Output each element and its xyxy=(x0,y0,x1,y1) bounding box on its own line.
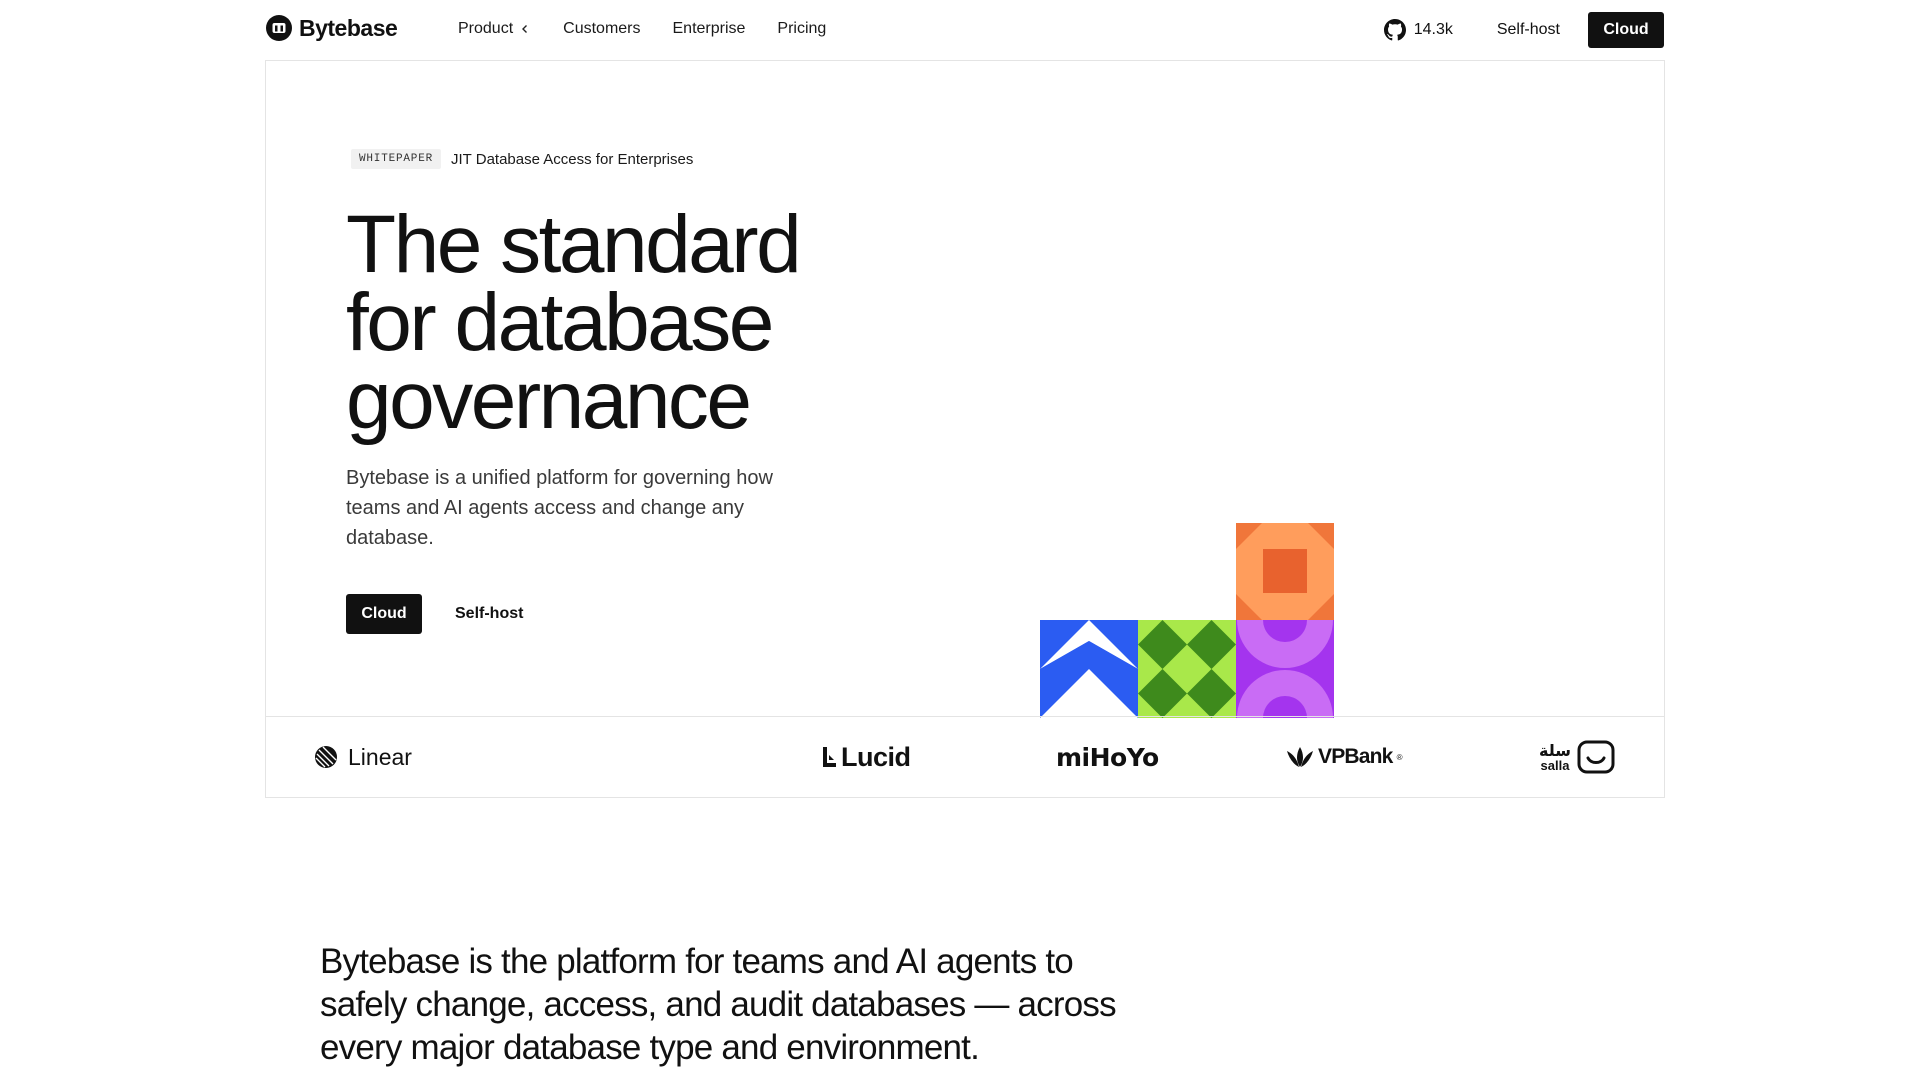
linear-logo-icon xyxy=(315,746,337,768)
github-stars-link[interactable]: 14.3k xyxy=(1383,19,1453,41)
hero-cta-group: Cloud Self-host xyxy=(346,594,523,634)
hero-title-line: for database xyxy=(346,277,774,368)
customer-name: Lucid xyxy=(841,741,911,772)
customer-logo-linear: Linear xyxy=(314,717,412,797)
bytebase-logo-icon xyxy=(266,15,292,41)
whitepaper-title: JIT Database Access for Enterprises xyxy=(451,150,694,168)
hero-geometric-art xyxy=(1040,523,1334,718)
hero-title-line: governance xyxy=(346,355,752,446)
registered-mark: ® xyxy=(1396,752,1403,762)
green-diamond-tile xyxy=(1138,620,1236,718)
customer-name-arabic: سلة xyxy=(1539,740,1571,760)
nav-self-host-link[interactable]: Self-host xyxy=(1497,21,1560,39)
hero-lead: Bytebase is a unified platform for gover… xyxy=(346,467,773,549)
top-nav: Bytebase Product Customers Enterprise Pr… xyxy=(0,0,1920,60)
nav-item-product[interactable]: Product xyxy=(458,20,531,38)
brand-name: Bytebase xyxy=(299,14,398,41)
hero-cloud-button[interactable]: Cloud xyxy=(346,594,422,634)
brand-logo[interactable]: Bytebase xyxy=(265,14,398,42)
whitepaper-link[interactable]: WHITEPAPER JIT Database Access for Enter… xyxy=(351,149,693,169)
vpbank-lotus-icon xyxy=(1287,747,1313,767)
customer-logo-salla: سلة salla xyxy=(1539,717,1615,797)
orange-square-tile xyxy=(1236,523,1334,620)
whitepaper-badge: WHITEPAPER xyxy=(351,149,442,169)
customer-logo-vpbank: VPBank ® xyxy=(1286,717,1403,797)
salla-bag-icon xyxy=(1577,740,1615,774)
statement-line: every major database type and environmen… xyxy=(320,1028,980,1067)
customer-logo-strip: Linear Lucid miHoYo VPBank ® سلة salla xyxy=(265,716,1665,798)
hero-self-host-link[interactable]: Self-host xyxy=(455,605,523,623)
nav-item-enterprise[interactable]: Enterprise xyxy=(673,20,746,38)
salla-wordmark: سلة salla xyxy=(1539,740,1571,773)
customer-name: salla xyxy=(1540,757,1570,773)
hero-section: WHITEPAPER JIT Database Access for Enter… xyxy=(265,60,1665,718)
nav-actions: 14.3k Self-host Cloud xyxy=(1383,12,1664,48)
statement-line: safely change, access, and audit databas… xyxy=(320,985,1117,1024)
nav-item-pricing[interactable]: Pricing xyxy=(777,20,826,38)
lucid-logo-icon xyxy=(823,747,836,767)
github-star-count: 14.3k xyxy=(1413,21,1453,38)
github-icon xyxy=(1383,19,1406,41)
hero-title-line: The standard xyxy=(346,199,802,290)
nav-item-customers[interactable]: Customers xyxy=(563,20,640,38)
main-nav: Product Customers Enterprise Pricing xyxy=(458,0,826,58)
hero-title: The standard for database governance xyxy=(346,199,966,446)
customer-name: Linear xyxy=(348,743,412,770)
blue-arrow-tile xyxy=(1040,620,1138,718)
chevron-left-icon xyxy=(519,23,531,35)
customer-name: miHoYo xyxy=(1056,742,1159,772)
statement-line: Bytebase is the platform for teams and A… xyxy=(320,942,1074,981)
customer-logo-lucid: Lucid xyxy=(821,717,911,797)
nav-cloud-button[interactable]: Cloud xyxy=(1588,12,1664,48)
customer-name: VPBank xyxy=(1318,745,1393,768)
customer-logo-mihoyo: miHoYo xyxy=(1056,717,1159,797)
platform-statement: Bytebase is the platform for teams and A… xyxy=(320,940,1220,1069)
nav-item-label: Product xyxy=(458,20,514,37)
